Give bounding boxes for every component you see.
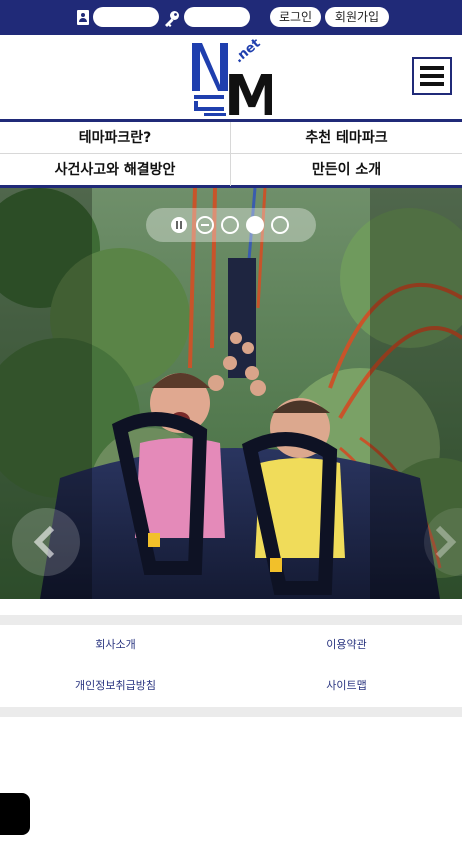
slider-controls [146,208,316,242]
floating-side-button[interactable] [0,793,30,835]
main-nav: 테마파크란? 추천 테마파크 사건사고와 해결방안 만든이 소개 [0,119,462,188]
header: Me .net [0,35,462,119]
id-input[interactable] [93,7,159,27]
logo-letter: Me [224,64,272,117]
chevron-right-icon [435,525,457,559]
nav-item-accidents-solutions[interactable]: 사건사고와 해결방안 [0,154,231,186]
logo-suffix: .net [231,37,263,66]
nav-item-recommended-parks[interactable]: 추천 테마파크 [231,122,462,154]
key-icon [165,11,179,27]
hamburger-icon [420,66,444,70]
footer-link-terms[interactable]: 이용약관 [231,635,462,655]
footer-divider-bottom [0,707,462,717]
login-button[interactable]: 로그인 [270,7,321,27]
image-slider[interactable] [0,188,462,599]
slide-dot-2[interactable] [221,216,239,234]
slide-dot-3[interactable] [246,216,264,234]
slide-dot-1[interactable] [196,216,214,234]
pause-icon [176,221,178,229]
id-card-icon [77,10,89,25]
password-input[interactable] [184,7,250,27]
nav-item-theme-park-intro[interactable]: 테마파크란? [0,122,231,154]
slide-dot-4[interactable] [271,216,289,234]
footer-link-company[interactable]: 회사소개 [0,635,231,655]
footer-link-privacy[interactable]: 개인정보취급방침 [0,676,231,696]
pause-button[interactable] [171,217,187,233]
nav-item-about-creators[interactable]: 만든이 소개 [231,154,462,186]
next-slide-button[interactable] [424,508,462,576]
login-bar: 로그인 회원가입 [0,0,462,35]
footer-link-sitemap[interactable]: 사이트맵 [231,676,462,696]
chevron-left-icon [33,525,55,559]
site-logo[interactable]: Me .net [190,37,272,117]
menu-button[interactable] [412,57,452,95]
footer-divider-top [0,615,462,625]
signup-button[interactable]: 회원가입 [325,7,389,27]
prev-slide-button[interactable] [12,508,80,576]
